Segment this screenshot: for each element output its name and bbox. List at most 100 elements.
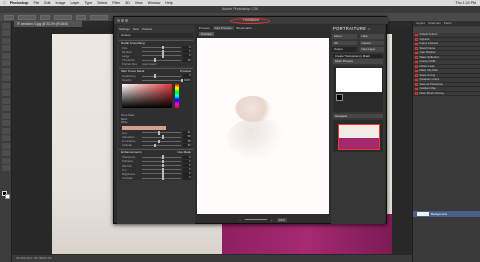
slider-value[interactable]: 0 [183, 176, 191, 180]
slider-track[interactable] [142, 143, 181, 148]
healing-brush-icon[interactable] [2, 67, 10, 74]
menu-window[interactable]: Window [148, 1, 161, 5]
slider-value[interactable]: 0 [183, 45, 191, 50]
zoom-slider[interactable] [244, 219, 267, 220]
marquee-tool-icon[interactable] [2, 30, 10, 36]
add-preview-button[interactable]: Add Preview [212, 26, 234, 30]
menu-app[interactable]: Photoshop [10, 1, 29, 5]
slider-knob[interactable] [161, 54, 164, 58]
option-field[interactable] [90, 14, 108, 20]
slider-knob[interactable] [161, 176, 164, 180]
use-mask-checkbox[interactable]: Use Mask [177, 150, 191, 155]
slider-track[interactable] [142, 135, 181, 139]
action-toggle-icon[interactable] [415, 87, 418, 90]
type-tool-icon[interactable] [2, 135, 10, 141]
slider-track[interactable] [142, 74, 181, 78]
menu-3d[interactable]: 3D [125, 1, 130, 5]
slider-knob[interactable] [157, 131, 160, 135]
menu-filter[interactable]: Filter [112, 1, 120, 5]
slider-value[interactable]: 0 [183, 155, 191, 159]
slider-value[interactable]: 0 [183, 74, 191, 78]
tab-layers[interactable]: Layers [416, 21, 425, 26]
action-toggle-icon[interactable] [415, 92, 418, 95]
option-field[interactable] [54, 14, 72, 20]
menu-edit[interactable]: Edit [44, 1, 50, 5]
slider-knob[interactable] [161, 172, 164, 176]
new-button[interactable]: New [133, 27, 139, 31]
slider-knob[interactable] [153, 143, 156, 148]
slider-track[interactable] [142, 176, 181, 180]
slider-track[interactable] [142, 163, 181, 168]
about-button[interactable]: About [332, 34, 357, 39]
slider-track[interactable] [142, 50, 181, 54]
slider-track[interactable] [142, 155, 181, 159]
slider-value[interactable]: 50 [183, 135, 191, 139]
slider-knob[interactable] [153, 58, 156, 62]
slider-value[interactable]: 0 [183, 50, 191, 54]
action-toggle-icon[interactable] [415, 65, 418, 68]
skin-color-picker[interactable] [122, 84, 172, 109]
action-toggle-icon[interactable] [415, 42, 418, 45]
close-window-icon[interactable] [117, 19, 120, 22]
slider-knob[interactable] [153, 74, 156, 78]
blur-tool-icon[interactable] [2, 112, 10, 119]
white-option[interactable]: White [121, 121, 134, 125]
eraser-tool-icon[interactable] [2, 97, 10, 104]
slider-knob[interactable] [161, 159, 164, 164]
layer-row-background[interactable]: Background [413, 211, 480, 217]
zoom-out-icon[interactable]: − [239, 218, 241, 222]
minimize-window-icon[interactable] [121, 19, 124, 22]
action-toggle-icon[interactable] [415, 60, 418, 63]
slider-value[interactable]: 0 [183, 159, 191, 163]
slider-knob[interactable] [161, 45, 164, 50]
tool-preset-picker[interactable] [4, 14, 14, 20]
output-select[interactable]: New Layer [359, 47, 384, 52]
move-tool-icon[interactable] [2, 22, 10, 29]
action-toggle-icon[interactable] [415, 51, 418, 54]
clone-stamp-icon[interactable] [2, 82, 10, 89]
slider-track[interactable] [142, 78, 183, 83]
menu-image[interactable]: Image [55, 1, 65, 5]
navigator-pane[interactable] [333, 120, 383, 152]
ok-button[interactable]: OK [332, 40, 357, 45]
slider-knob[interactable] [161, 155, 164, 159]
slider-knob[interactable] [161, 163, 164, 168]
action-toggle-icon[interactable] [415, 74, 418, 77]
preview-mode-select[interactable]: Preview [199, 31, 214, 37]
gradient-tool-icon[interactable] [2, 105, 10, 111]
slider-value[interactable]: 20 [183, 58, 191, 62]
apple-icon[interactable]:  [3, 1, 6, 5]
slider-value[interactable]: 0 [183, 163, 191, 168]
slider-track[interactable] [142, 131, 181, 135]
presets-button[interactable]: Presets [142, 27, 152, 31]
hue-slider[interactable] [175, 84, 179, 109]
slider-knob[interactable] [161, 50, 164, 54]
brush-tool-icon[interactable] [2, 75, 10, 81]
mask-color-swatch[interactable] [336, 93, 343, 101]
slider-track[interactable] [142, 172, 181, 176]
action-toggle-icon[interactable] [415, 56, 418, 59]
navigator-thumbnail[interactable] [338, 124, 380, 150]
option-field[interactable] [18, 14, 36, 20]
slider-knob[interactable] [161, 135, 164, 139]
menu-type[interactable]: Type [84, 1, 92, 5]
option-field[interactable] [76, 14, 86, 20]
zoom-in-icon[interactable]: + [271, 218, 273, 222]
action-toggle-icon[interactable] [415, 83, 418, 86]
menu-file[interactable]: File [33, 1, 39, 5]
slider-value[interactable]: 0 [183, 54, 191, 58]
slider-value[interactable]: 38 [183, 139, 191, 143]
background-color-swatch[interactable] [4, 193, 10, 199]
preset-select[interactable]: Default [119, 33, 193, 38]
menu-layer[interactable]: Layer [70, 1, 79, 5]
option-field[interactable] [40, 14, 50, 20]
slider-track[interactable] [142, 45, 181, 50]
preview-pane[interactable] [197, 38, 329, 214]
help-button[interactable]: Help [359, 34, 384, 39]
crop-tool-icon[interactable] [2, 52, 10, 59]
action-item[interactable]: Mixer Brush Cloning [413, 92, 480, 96]
action-toggle-icon[interactable] [415, 69, 418, 72]
slider-track[interactable] [142, 159, 181, 164]
bookmarks-button[interactable]: Bookmarks [237, 26, 252, 30]
quick-select-tool-icon[interactable] [2, 45, 10, 51]
